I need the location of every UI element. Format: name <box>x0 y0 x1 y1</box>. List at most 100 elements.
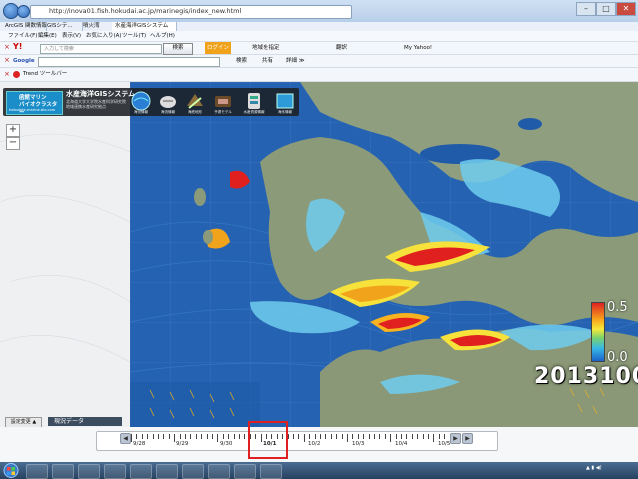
taskbar-powerpoint-icon[interactable] <box>208 464 230 479</box>
timeline-tick <box>190 434 192 439</box>
zoom-out-button[interactable]: − <box>6 137 20 150</box>
timeline-tick <box>179 434 181 439</box>
taskbar-excel-icon[interactable] <box>234 464 256 479</box>
timeline-tick <box>244 434 246 439</box>
more-button[interactable]: 詳細 ≫ <box>286 55 305 67</box>
close-toolbar-icon[interactable]: × <box>4 43 10 51</box>
timeline-tick <box>341 434 343 439</box>
timeline-date-label[interactable]: 9/29 <box>176 441 188 447</box>
menu-favorites[interactable]: お気に入り(A) <box>86 31 122 41</box>
close-trend-toolbar-icon[interactable]: × <box>4 70 10 78</box>
timeline-tick <box>330 434 332 439</box>
timeline-end-button[interactable]: ▶ <box>462 433 473 444</box>
tab-marine-gis[interactable]: 水産海洋GISシステム <box>112 22 177 31</box>
timeline-tick <box>438 434 440 439</box>
timeline-tick <box>141 434 143 439</box>
menu-tools[interactable]: ツール(T) <box>122 31 146 41</box>
timeline-tick <box>212 434 213 439</box>
timeline-tick <box>374 434 375 439</box>
timeline-date-label[interactable]: 10/4 <box>395 441 407 447</box>
system-tray[interactable]: ▲ ▮ ◀) <box>586 465 602 471</box>
fishery-resource-icon[interactable] <box>243 90 265 112</box>
timeline-tick <box>384 434 386 439</box>
region-button[interactable]: 地域を指定 <box>252 42 280 54</box>
google-search-button[interactable]: 検索 <box>236 55 247 67</box>
taskbar-app-icon[interactable] <box>130 464 152 479</box>
start-button-icon[interactable] <box>2 462 20 479</box>
seafloor-icon[interactable] <box>184 90 206 112</box>
timeline-date-label[interactable]: 10/3 <box>352 441 364 447</box>
ocean-conditions-icon[interactable] <box>130 90 152 112</box>
taskbar-skype-icon[interactable] <box>156 464 178 479</box>
taskbar-chrome-icon[interactable] <box>78 464 100 479</box>
timeline-date-label[interactable]: 10/5 <box>438 441 450 447</box>
yahoo-login-button[interactable]: ログイン <box>205 42 232 54</box>
header-label-fishery: 水産資源情報 <box>243 110 265 114</box>
close-window-button[interactable]: ✕ <box>616 2 636 16</box>
color-scale-bar <box>591 302 605 362</box>
timeline-tick <box>233 434 235 439</box>
taskbar-explorer-icon[interactable] <box>26 464 48 479</box>
maximize-button[interactable]: □ <box>596 2 616 16</box>
tab-gis[interactable]: GISシテ... <box>44 22 83 31</box>
timeline-tick <box>239 434 240 439</box>
logo-url: hakodate-marine-bio.com <box>9 108 56 112</box>
timeline-tick <box>428 434 429 439</box>
timeline-prev-button[interactable]: ◀ <box>120 433 131 444</box>
forecast-model-icon[interactable] <box>212 90 234 112</box>
share-button[interactable]: 共有 <box>262 55 273 67</box>
taskbar-ie-icon[interactable] <box>52 464 74 479</box>
timeline-tick <box>195 434 197 439</box>
timeline-tick <box>417 434 419 439</box>
menu-file[interactable]: ファイル(F) <box>8 31 37 41</box>
address-url: http://inova01.fish.hokudai.ac.jp/marine… <box>49 7 242 15</box>
minimize-button[interactable]: – <box>576 2 596 16</box>
timeline-tick <box>201 434 203 439</box>
forward-button[interactable] <box>17 5 30 18</box>
trend-toolbar-label[interactable]: Trend ツールバー <box>23 68 67 80</box>
close-google-toolbar-icon[interactable]: × <box>4 56 10 64</box>
header-label-ocean: 海況情報 <box>134 110 148 114</box>
tab-funkawan[interactable]: 噴火湾 <box>80 22 115 31</box>
timeline-tick <box>303 434 305 442</box>
timeline-tick <box>131 434 132 442</box>
current-data-tab[interactable]: 現況データ <box>48 417 122 426</box>
selected-date-highlight <box>248 421 288 459</box>
taskbar-arcgis-icon[interactable] <box>260 464 282 479</box>
timeline-tick <box>136 434 138 439</box>
timeline-tick <box>363 434 365 439</box>
tab-arcgis[interactable]: ArcGIS 関数情報 <box>2 22 47 31</box>
yahoo-search-button[interactable]: 検索 <box>163 43 193 55</box>
taskbar-folder-icon[interactable] <box>104 464 126 479</box>
timeline-date-label[interactable]: 10/2 <box>308 441 320 447</box>
app-logo[interactable]: 函館マリン バイオクラスター hakodate-marine-bio.com <box>6 91 63 116</box>
timeline-tick <box>152 434 154 439</box>
timeline-date-label[interactable]: 9/28 <box>133 441 145 447</box>
zoom-in-button[interactable]: + <box>6 124 20 137</box>
timeline-date-label[interactable]: 9/30 <box>220 441 232 447</box>
current-info-icon[interactable] <box>157 90 179 112</box>
menu-view[interactable]: 表示(V) <box>62 31 81 41</box>
sea-ice-icon[interactable] <box>274 90 296 112</box>
timeline-tick <box>206 434 208 439</box>
timeline-tick <box>368 434 370 439</box>
timeline-next-button[interactable]: ▶ <box>450 433 461 444</box>
my-yahoo-button[interactable]: My Yahoo! <box>404 42 432 54</box>
trend-icon <box>13 71 20 78</box>
timeline-tick <box>406 434 408 439</box>
yahoo-search-input[interactable]: 入力して検索 <box>40 44 162 54</box>
timeline-tick <box>336 434 338 439</box>
translate-button[interactable]: 翻訳 <box>336 42 347 54</box>
header-label-seaice: 海氷情報 <box>278 110 292 114</box>
header-label-seafloor: 海底地形 <box>188 110 202 114</box>
google-search-input[interactable] <box>38 57 220 67</box>
timeline-tick <box>347 434 348 442</box>
menu-help[interactable]: ヘルプ(H) <box>150 31 175 41</box>
header-label-current: 海流情報 <box>161 110 175 114</box>
legend-max: 0.5 <box>607 300 628 315</box>
system-title: 水産海洋GISシステム <box>66 90 136 98</box>
timeline-tick <box>185 434 186 439</box>
address-bar[interactable]: http://inova01.fish.hokudai.ac.jp/marine… <box>30 5 352 19</box>
menu-edit[interactable]: 編集(E) <box>38 31 57 41</box>
taskbar-word-icon[interactable] <box>182 464 204 479</box>
